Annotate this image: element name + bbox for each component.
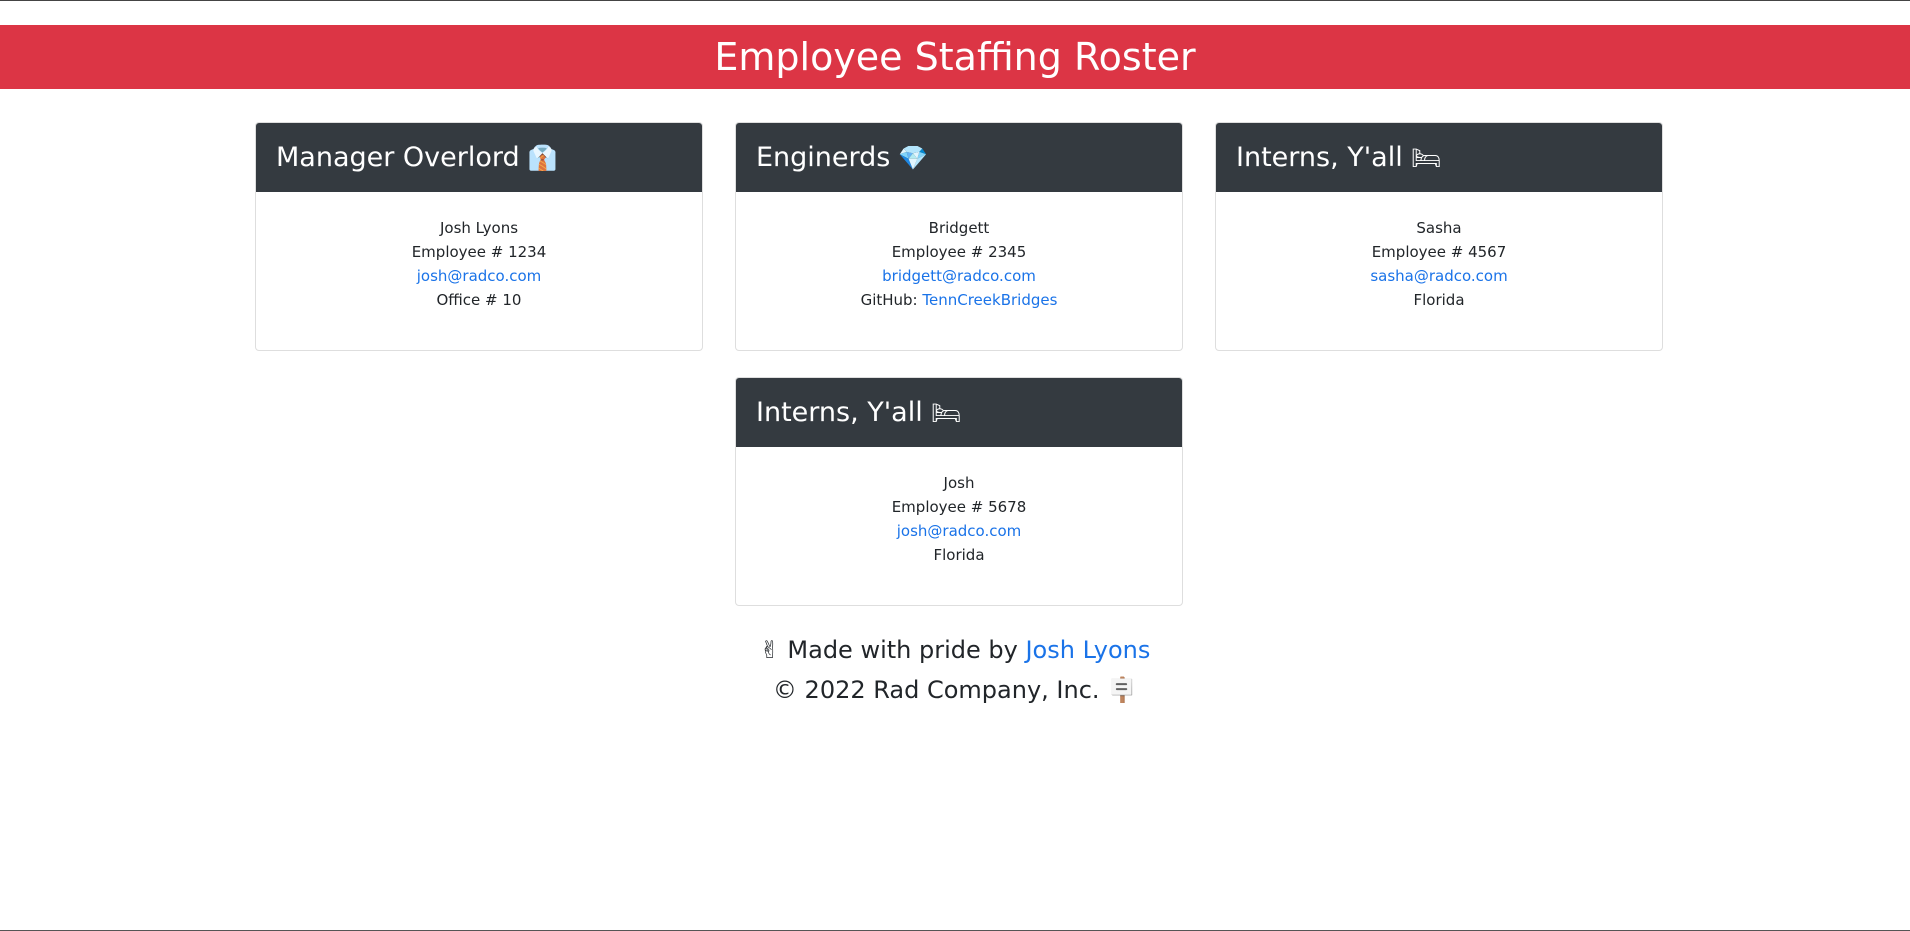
card-header: Interns, Y'all 🛏 <box>736 378 1182 447</box>
copyright-text: © 2022 Rad Company, Inc. <box>772 676 1100 704</box>
page-title: Employee Staffing Roster <box>714 35 1196 79</box>
card-body: Josh Lyons Employee # 1234 josh@radco.co… <box>256 192 702 312</box>
employee-email-link[interactable]: bridgett@radco.com <box>882 267 1036 285</box>
peace-hand-icon: ✌ <box>759 636 780 664</box>
card-header: Interns, Y'all 🛏 <box>1216 123 1662 192</box>
card-title: Interns, Y'all <box>1236 142 1403 173</box>
card-header: Manager Overlord 👔 <box>256 123 702 192</box>
github-label: GitHub: <box>860 291 923 309</box>
employee-id: Employee # 4567 <box>1371 243 1507 261</box>
card-body: Josh Employee # 5678 josh@radco.com Flor… <box>736 447 1182 567</box>
employee-name: Bridgett <box>928 219 990 237</box>
card-body: Bridgett Employee # 2345 bridgett@radco.… <box>736 192 1182 312</box>
bed-icon: 🛏 <box>1410 144 1442 172</box>
school-location: Florida <box>1413 291 1465 309</box>
card-header: Enginerds 💎 <box>736 123 1182 192</box>
employee-name: Josh <box>943 474 975 492</box>
page-header: Employee Staffing Roster <box>0 25 1910 89</box>
page-footer: ✌ Made with pride by Josh Lyons © 2022 R… <box>0 630 1910 710</box>
card-title: Interns, Y'all <box>756 397 923 428</box>
employee-id: Employee # 2345 <box>891 243 1027 261</box>
made-with-line: ✌ Made with pride by Josh Lyons <box>0 630 1910 670</box>
employee-card-engineer: Enginerds 💎 Bridgett Employee # 2345 brid… <box>735 122 1183 351</box>
employee-email-link[interactable]: josh@radco.com <box>897 522 1022 540</box>
github-line: GitHub: TennCreekBridges <box>736 288 1182 312</box>
author-link[interactable]: Josh Lyons <box>1025 636 1150 664</box>
employee-card-manager: Manager Overlord 👔 Josh Lyons Employee # … <box>255 122 703 351</box>
employee-card-intern: Interns, Y'all 🛏 Sasha Employee # 4567 sa… <box>1215 122 1663 351</box>
employee-id: Employee # 5678 <box>891 498 1027 516</box>
bed-icon: 🛏 <box>930 399 962 427</box>
gem-icon: 💎 <box>898 144 929 172</box>
employee-card-intern: Interns, Y'all 🛏 Josh Employee # 5678 jos… <box>735 377 1183 606</box>
top-border <box>0 0 1910 1</box>
made-with-text: Made with pride by <box>787 636 1026 664</box>
employee-email-link[interactable]: sasha@radco.com <box>1370 267 1507 285</box>
school-location: Florida <box>933 546 985 564</box>
copyright-line: © 2022 Rad Company, Inc. 🪧 <box>0 670 1910 710</box>
card-title: Enginerds <box>756 142 891 173</box>
github-link[interactable]: TennCreekBridges <box>922 291 1057 309</box>
necktie-icon: 👔 <box>527 144 558 172</box>
employee-email-link[interactable]: josh@radco.com <box>417 267 542 285</box>
card-body: Sasha Employee # 4567 sasha@radco.com Fl… <box>1216 192 1662 312</box>
employee-id: Employee # 1234 <box>411 243 547 261</box>
office-number: Office # 10 <box>436 291 522 309</box>
employee-name: Josh Lyons <box>439 219 519 237</box>
sign-icon: 🪧 <box>1107 676 1138 704</box>
card-title: Manager Overlord <box>276 142 520 173</box>
employee-name: Sasha <box>1416 219 1462 237</box>
